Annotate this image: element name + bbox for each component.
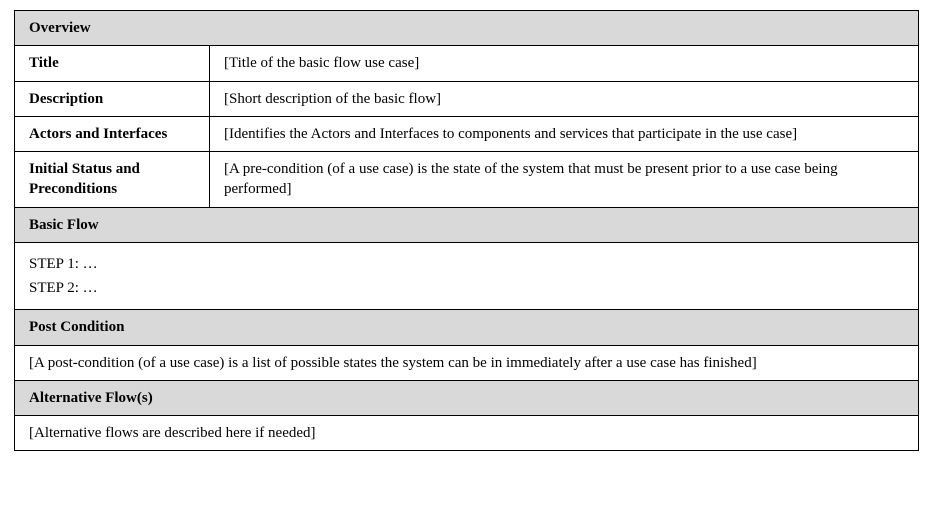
- description-value: [Short description of the basic flow]: [210, 81, 919, 116]
- actors-label: Actors and Interfaces: [15, 116, 210, 151]
- initial-label: Initial Status and Preconditions: [15, 152, 210, 208]
- actors-value: [Identifies the Actors and Interfaces to…: [210, 116, 919, 151]
- use-case-table: Overview Title [Title of the basic flow …: [14, 10, 919, 451]
- title-value: [Title of the basic flow use case]: [210, 46, 919, 81]
- post-condition-header: Post Condition: [15, 310, 919, 345]
- alternative-flow-value: [Alternative flows are described here if…: [15, 416, 919, 451]
- post-condition-value: [A post-condition (of a use case) is a l…: [15, 345, 919, 380]
- title-label: Title: [15, 46, 210, 81]
- basic-flow-steps: STEP 1: … STEP 2: …: [15, 242, 919, 310]
- basic-flow-header: Basic Flow: [15, 207, 919, 242]
- initial-value: [A pre-condition (of a use case) is the …: [210, 152, 919, 208]
- description-label: Description: [15, 81, 210, 116]
- alternative-flow-header: Alternative Flow(s): [15, 380, 919, 415]
- overview-header: Overview: [15, 11, 919, 46]
- basic-flow-step: STEP 2: …: [29, 278, 908, 298]
- basic-flow-step: STEP 1: …: [29, 254, 908, 274]
